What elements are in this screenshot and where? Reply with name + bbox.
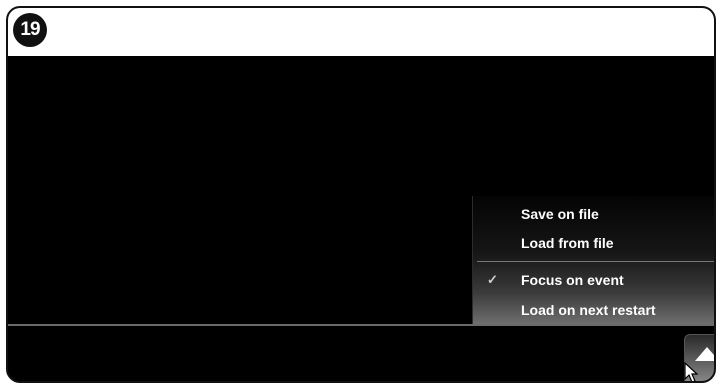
options-context-menu: Save on file Load from file ✓ Focus on e…	[472, 196, 714, 324]
menu-item-focus-on-event[interactable]: ✓ Focus on event	[473, 266, 714, 294]
step-number-badge: 19	[13, 13, 47, 47]
menu-item-load-on-next-restart[interactable]: Load on next restart	[473, 296, 714, 324]
figure-frame: 19 Save on file Load from file ✓ Focus o…	[6, 6, 716, 383]
menu-item-label: Focus on event	[521, 272, 624, 288]
menu-item-label: Load from file	[521, 235, 614, 251]
menu-item-label: Load on next restart	[521, 302, 656, 318]
status-bar-divider	[8, 324, 714, 326]
menu-item-load-from-file[interactable]: Load from file	[473, 229, 714, 257]
menu-item-save-on-file[interactable]: Save on file	[473, 200, 714, 228]
mouse-pointer-icon	[684, 362, 699, 381]
triangle-up-icon	[695, 347, 714, 361]
check-icon: ✓	[487, 272, 498, 287]
menu-divider	[477, 261, 714, 262]
app-screen: Save on file Load from file ✓ Focus on e…	[8, 56, 714, 381]
menu-item-label: Save on file	[521, 206, 599, 222]
figure-header: 19	[8, 8, 714, 56]
